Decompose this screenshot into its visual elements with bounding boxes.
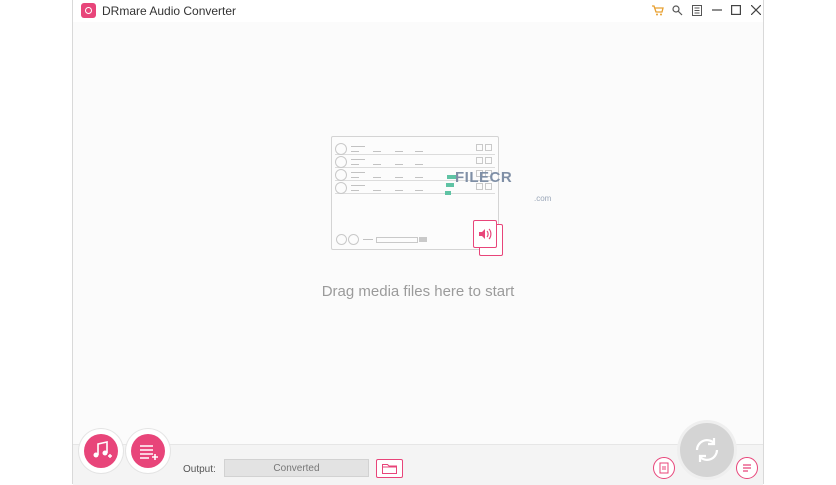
output-label: Output: bbox=[183, 464, 216, 475]
convert-button[interactable] bbox=[680, 423, 734, 477]
drop-illustration bbox=[331, 136, 503, 256]
maximize-icon[interactable] bbox=[729, 3, 743, 17]
speaker-file-icon bbox=[473, 220, 497, 248]
add-list-button[interactable] bbox=[126, 429, 170, 473]
menu-icon[interactable] bbox=[690, 3, 704, 17]
output-path-field[interactable]: Converted bbox=[224, 459, 369, 477]
close-icon[interactable] bbox=[749, 3, 763, 17]
format-settings-button[interactable] bbox=[653, 457, 675, 479]
format-icon bbox=[659, 462, 669, 474]
minimize-icon[interactable] bbox=[710, 3, 724, 17]
watermark-sub: .com bbox=[534, 194, 552, 203]
drag-hint: Drag media files here to start bbox=[321, 283, 515, 300]
convert-icon bbox=[695, 438, 719, 462]
converted-list-button[interactable] bbox=[736, 457, 758, 479]
add-list-icon bbox=[131, 434, 165, 468]
open-folder-button[interactable] bbox=[376, 459, 403, 478]
watermark-text: FILECR bbox=[455, 169, 513, 186]
add-music-button[interactable] bbox=[79, 429, 123, 473]
converted-list-icon bbox=[743, 464, 751, 472]
title-bar: DRmare Audio Converter bbox=[73, 0, 763, 22]
app-logo-icon bbox=[81, 3, 96, 18]
app-window: DRmare Audio Converter FILECR .com Drag … bbox=[72, 0, 764, 485]
folder-icon bbox=[382, 464, 397, 474]
add-music-icon bbox=[84, 434, 118, 468]
cart-icon[interactable] bbox=[651, 3, 665, 17]
key-icon[interactable] bbox=[670, 3, 684, 17]
app-title: DRmare Audio Converter bbox=[102, 4, 237, 18]
